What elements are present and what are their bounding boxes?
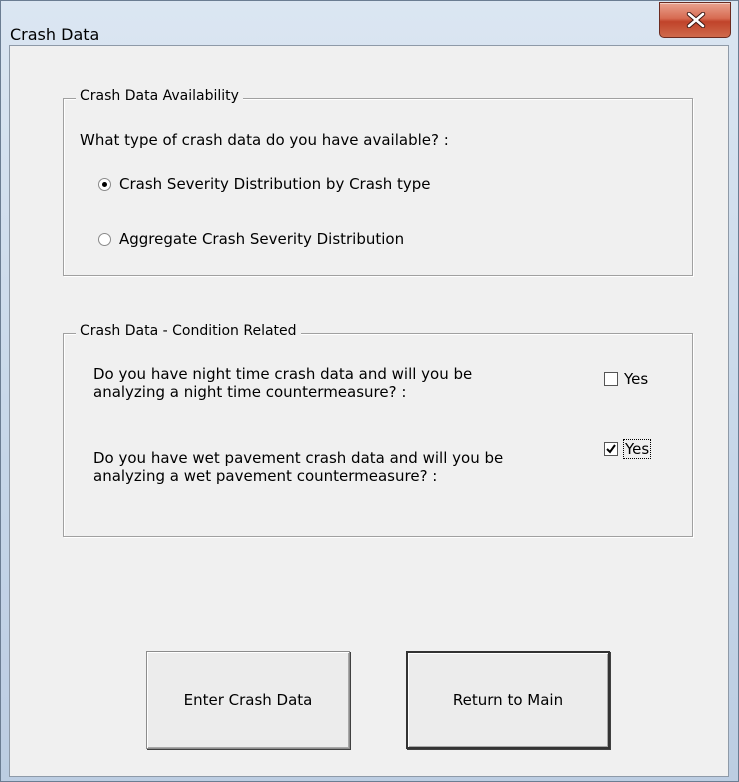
- checkmark-icon: [606, 444, 616, 454]
- close-button[interactable]: [659, 2, 731, 38]
- conditions-frame-title: Crash Data - Condition Related: [76, 323, 301, 339]
- availability-question: What type of crash data do you have avai…: [80, 131, 449, 149]
- radio-button-unselected[interactable]: [98, 232, 111, 246]
- night-yes-checkbox[interactable]: Yes: [604, 370, 648, 388]
- wet-yes-checkbox[interactable]: Yes: [604, 439, 652, 459]
- window-title: Crash Data: [10, 25, 100, 44]
- close-icon: [686, 12, 706, 28]
- night-question-line2: analyzing a night time countermeasure? :: [93, 383, 407, 401]
- wet-question-line1: Do you have wet pavement crash data and …: [93, 449, 504, 467]
- wet-checkbox-box[interactable]: [604, 442, 618, 456]
- night-checkbox-label: Yes: [624, 370, 649, 388]
- night-checkbox-box[interactable]: [604, 372, 618, 386]
- wet-question-line2: analyzing a wet pavement countermeasure?…: [93, 467, 438, 485]
- radio-crash-severity-by-type[interactable]: Crash Severity Distribution by Crash typ…: [98, 175, 431, 193]
- conditions-frame: Crash Data - Condition Related Do you ha…: [63, 323, 693, 537]
- radio-button-selected[interactable]: [98, 177, 111, 191]
- enter-crash-data-button[interactable]: Enter Crash Data: [146, 651, 350, 749]
- return-to-main-button[interactable]: Return to Main: [406, 651, 610, 749]
- radio-aggregate-severity[interactable]: Aggregate Crash Severity Distribution: [98, 230, 404, 248]
- radio-label-aggregate-severity: Aggregate Crash Severity Distribution: [119, 230, 405, 248]
- wet-checkbox-label: Yes: [622, 439, 652, 459]
- crash-data-window: Crash Data Crash Data Availability What …: [0, 0, 739, 782]
- night-question-line1: Do you have night time crash data and wi…: [93, 365, 473, 383]
- availability-frame-title: Crash Data Availability: [76, 88, 243, 104]
- radio-label-crash-severity-by-type: Crash Severity Distribution by Crash typ…: [119, 175, 431, 193]
- availability-frame: Crash Data Availability What type of cra…: [63, 88, 693, 276]
- dialog-body: Crash Data Availability What type of cra…: [9, 45, 729, 777]
